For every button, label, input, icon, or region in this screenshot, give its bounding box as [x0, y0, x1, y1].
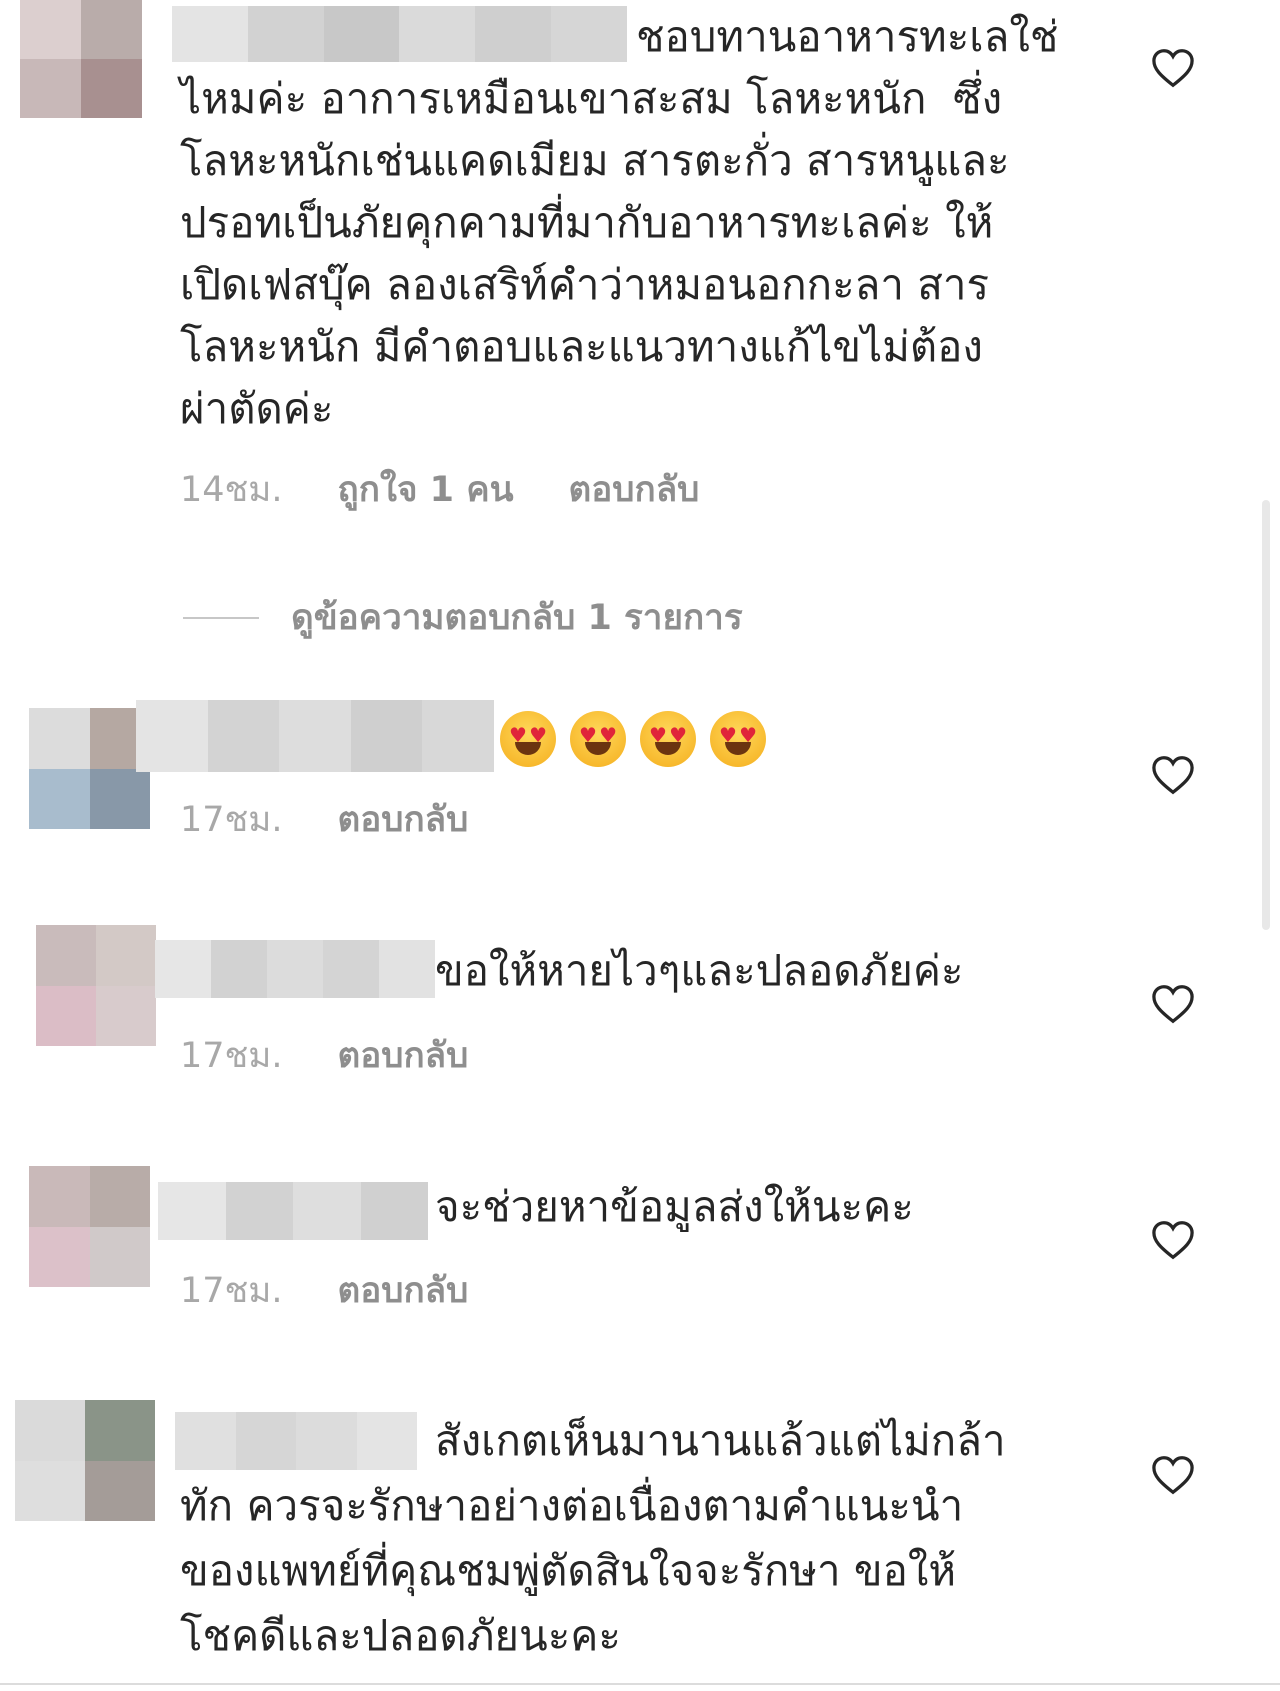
view-replies-button[interactable]: ดูข้อความตอบกลับ 1 รายการ [183, 590, 743, 645]
heart-outline-icon[interactable] [1151, 1220, 1195, 1260]
heart-eyes-emoji: ♥ ♥ [640, 711, 696, 767]
heart-eyes-emoji: ♥ ♥ [500, 711, 556, 767]
comment-meta: 17ชม. ตอบกลับ [180, 792, 468, 847]
avatar[interactable] [15, 1400, 155, 1521]
heart-outline-icon[interactable] [1151, 984, 1195, 1024]
reply-button[interactable]: ตอบกลับ [338, 1263, 469, 1318]
comment-text: ของแพทย์ที่คุณชมพู่ตัดสินใจจะรักษา ขอให้ [180, 1546, 957, 1595]
avatar[interactable] [36, 925, 156, 1046]
reply-button[interactable]: ตอบกลับ [338, 792, 469, 847]
avatar[interactable] [20, 0, 142, 118]
heart-outline-icon[interactable] [1151, 1455, 1195, 1495]
likes-count[interactable]: ถูกใจ 1 คน [338, 462, 514, 517]
username-blurred[interactable] [172, 6, 627, 62]
heart-outline-icon[interactable] [1151, 48, 1195, 88]
comment-text: ชอบทานอาหารทะเลใช่ [636, 12, 1059, 61]
reply-button[interactable]: ตอบกลับ [569, 462, 700, 517]
username-blurred[interactable] [175, 1412, 417, 1470]
comment-meta: 17ชม. ตอบกลับ [180, 1263, 468, 1318]
view-replies-label: ดูข้อความตอบกลับ 1 รายการ [291, 598, 743, 638]
comment-time: 17ชม. [180, 800, 283, 840]
comment-text: ขอให้หายไวๆและปลอดภัยค่ะ [435, 946, 964, 995]
comment-text: ทัก ควรจะรักษาอย่างต่อเนื่องตามคำแนะนำ [180, 1481, 964, 1530]
comment-time: 14ชม. [180, 470, 283, 510]
comment-text: โชคดีและปลอดภัยนะคะ [180, 1611, 621, 1660]
comment-text: โลหะหนัก มีคำตอบและแนวทางแก้ไขไม่ต้อง [180, 322, 983, 371]
comment-text: จะช่วยหาข้อมูลส่งให้นะคะ [435, 1182, 914, 1231]
emoji-row: ♥ ♥ ♥ ♥ ♥ ♥ ♥ ♥ [500, 711, 766, 767]
comment-time: 17ชม. [180, 1036, 283, 1076]
scrollbar[interactable] [1262, 500, 1270, 930]
username-blurred[interactable] [158, 1182, 428, 1240]
divider-line [183, 616, 259, 619]
comment-text: โลหะหนักเช่นแคดเมียม สารตะกั่ว สารหนูและ [180, 136, 1010, 185]
comment-meta: 14ชม. ถูกใจ 1 คน ตอบกลับ [180, 462, 699, 517]
username-blurred[interactable] [136, 700, 494, 772]
heart-eyes-emoji: ♥ ♥ [710, 711, 766, 767]
username-blurred[interactable] [155, 940, 435, 998]
avatar[interactable] [29, 708, 150, 829]
comment-text: เปิดเฟสบุ๊ค ลองเสริท์คำว่าหมอนอกกะลา สาร [180, 260, 990, 309]
heart-eyes-emoji: ♥ ♥ [570, 711, 626, 767]
comment-meta: 17ชม. ตอบกลับ [180, 1028, 468, 1083]
comment-time: 17ชม. [180, 1271, 283, 1311]
reply-button[interactable]: ตอบกลับ [338, 1028, 469, 1083]
heart-outline-icon[interactable] [1151, 755, 1195, 795]
comment-text: ไหมค่ะ อาการเหมือนเขาสะสม โลหะหนัก ซึ่ง [180, 74, 1003, 123]
comment-text: สังเกตเห็นมานานแล้วแต่ไม่กล้า [435, 1416, 1006, 1465]
divider-line [0, 1683, 1280, 1685]
comment-text: ผ่าตัดค่ะ [180, 384, 334, 433]
avatar[interactable] [29, 1166, 150, 1287]
comment-text: ปรอทเป็นภัยคุกคามที่มากับอาหารทะเลค่ะ ให… [180, 198, 994, 247]
